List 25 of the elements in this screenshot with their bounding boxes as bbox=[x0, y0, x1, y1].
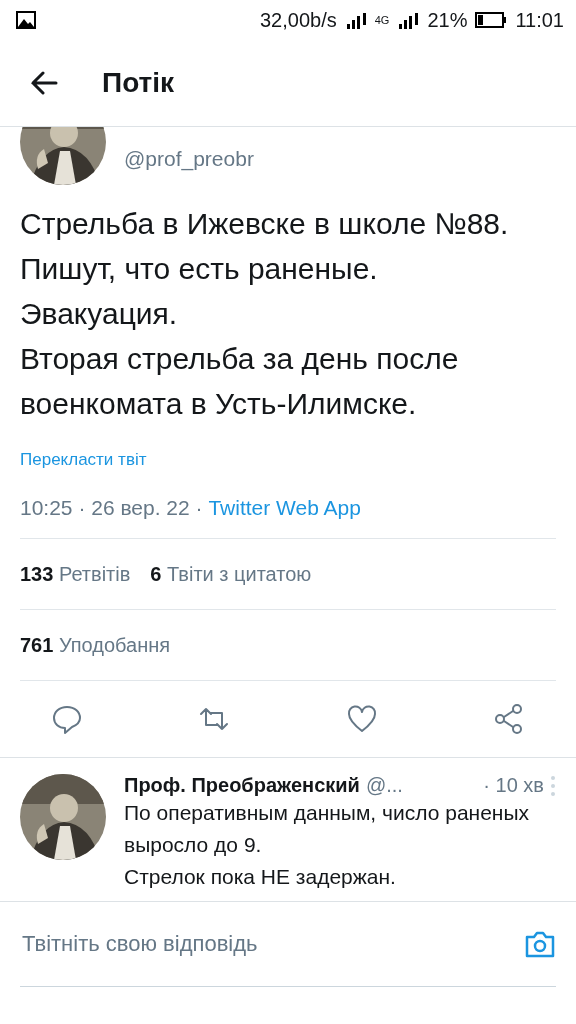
clock: 11:01 bbox=[515, 8, 564, 32]
back-arrow-icon[interactable] bbox=[30, 71, 58, 95]
tweet-text: Вторая стрельба за день после военкомата в Усть-Илимске. bbox=[20, 341, 460, 422]
user-handle: @... bbox=[365, 774, 403, 797]
signal-icon bbox=[344, 11, 367, 29]
battery-icon bbox=[475, 11, 508, 29]
battery-percent: 21% bbox=[427, 8, 468, 32]
reply-text: Стрелок пока НЕ задержан. bbox=[124, 864, 397, 890]
tweet-text: Эвакуация. bbox=[20, 296, 179, 332]
image-icon bbox=[16, 11, 36, 29]
retweet-stat[interactable]: 133 Ретвітів bbox=[20, 562, 131, 586]
network-type: 4G bbox=[374, 14, 390, 26]
post-time: · 10 хв bbox=[483, 774, 544, 797]
tweet-text: Пишут, что есть раненые. bbox=[20, 251, 379, 287]
author-name: Проф. Преображенский bbox=[124, 774, 360, 797]
likes-stat[interactable]: 761 Уподобання bbox=[20, 633, 171, 657]
tweet-text: Стрельба в Ижевске в школе №88. bbox=[20, 206, 510, 242]
camera-icon[interactable] bbox=[524, 929, 556, 959]
network-speed: 32,00b/s bbox=[259, 8, 337, 32]
reply-text: По оперативным данным, число раненых выросло до 9. bbox=[124, 800, 531, 858]
page-title: Потік bbox=[102, 67, 175, 99]
tweet-timestamp: 10:25 · 26 вер. 22 · Twitter Web App bbox=[20, 496, 362, 520]
user-handle: @prof_preobr bbox=[124, 147, 254, 173]
retweet-stat[interactable]: 6 Твіти з цитатою bbox=[150, 562, 312, 586]
signal-icon bbox=[397, 11, 420, 29]
